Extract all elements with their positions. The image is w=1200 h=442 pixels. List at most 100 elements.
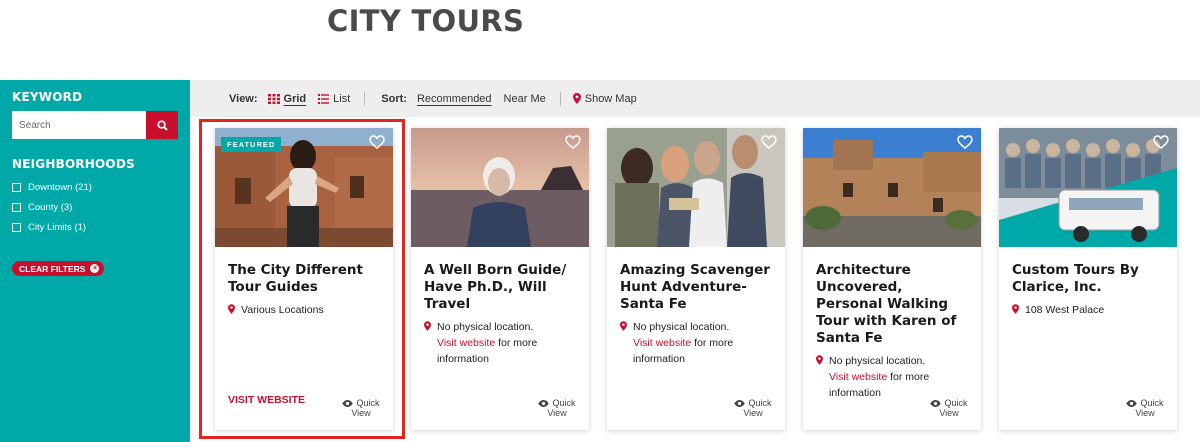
search-icon bbox=[156, 119, 168, 131]
eye-icon bbox=[538, 399, 550, 407]
eye-icon bbox=[1126, 399, 1138, 407]
heart-icon[interactable] bbox=[1153, 135, 1169, 149]
location-text: No physical location. Visit website for … bbox=[829, 353, 971, 401]
heart-icon[interactable] bbox=[565, 135, 581, 149]
quick-view-label: Quick bbox=[552, 398, 576, 408]
sort-label: Sort: bbox=[381, 92, 407, 105]
map-pin-icon bbox=[816, 355, 823, 365]
tour-card[interactable]: A Well Born Guide/ Have Ph.D., Will Trav… bbox=[411, 128, 589, 430]
close-icon: × bbox=[90, 264, 100, 273]
card-location: Various Locations bbox=[228, 302, 383, 318]
sort-near-me[interactable]: Near Me bbox=[504, 93, 546, 105]
card-title[interactable]: A Well Born Guide/ Have Ph.D., Will Trav… bbox=[424, 262, 577, 313]
tour-photo bbox=[803, 128, 981, 247]
tour-card[interactable]: FEATURED The City Different Tour Guides … bbox=[215, 128, 393, 430]
location-text: No physical location. Visit website for … bbox=[437, 319, 579, 367]
quick-view-button[interactable]: Quick View bbox=[537, 398, 577, 418]
card-title[interactable]: The City Different Tour Guides bbox=[228, 262, 381, 296]
card-title[interactable]: Amazing Scavenger Hunt Adventure-Santa F… bbox=[620, 262, 773, 313]
quick-view-label: View bbox=[743, 408, 763, 418]
card-photo[interactable] bbox=[803, 128, 981, 247]
quick-view-button[interactable]: Quick View bbox=[1125, 398, 1165, 418]
card-location: 108 West Palace bbox=[1012, 302, 1167, 318]
card-photo[interactable]: FEATURED bbox=[215, 128, 393, 247]
sort-recommended[interactable]: Recommended bbox=[417, 93, 492, 105]
neighborhood-label: City Limits (1) bbox=[28, 221, 87, 233]
eye-icon bbox=[734, 399, 746, 407]
location-text: Various Locations bbox=[241, 304, 324, 316]
card-title[interactable]: Architecture Uncovered, Personal Walking… bbox=[816, 262, 969, 347]
quick-view-label: Quick bbox=[356, 398, 380, 408]
tour-photo bbox=[999, 128, 1177, 247]
search-button[interactable] bbox=[146, 111, 178, 139]
toolbar-divider bbox=[364, 91, 366, 106]
view-sort-toolbar: View: Grid List Sort: Recommended Near M… bbox=[190, 80, 1200, 117]
list-view-toggle[interactable]: List bbox=[318, 93, 350, 105]
checkbox[interactable] bbox=[12, 182, 21, 192]
keyword-heading: KEYWORD bbox=[12, 90, 83, 104]
map-pin-icon bbox=[620, 321, 627, 331]
checkbox[interactable] bbox=[12, 222, 21, 232]
neighborhood-county[interactable]: County (3) bbox=[12, 197, 178, 217]
location-line: No physical location. bbox=[437, 321, 534, 333]
grid-view-toggle[interactable]: Grid bbox=[267, 93, 306, 105]
card-photo[interactable] bbox=[607, 128, 785, 247]
card-location: No physical location. Visit website for … bbox=[816, 353, 971, 401]
location-text: 108 West Palace bbox=[1025, 304, 1105, 316]
quick-view-button[interactable]: Quick View bbox=[341, 398, 381, 418]
quick-view-label: View bbox=[1135, 408, 1155, 418]
neighborhood-city-limits[interactable]: City Limits (1) bbox=[12, 217, 178, 237]
search-row bbox=[12, 111, 178, 139]
location-line: No physical location. bbox=[633, 321, 730, 333]
featured-badge: FEATURED bbox=[221, 137, 282, 152]
show-map-label: Show Map bbox=[584, 92, 637, 105]
visit-website-link[interactable]: Visit website bbox=[829, 371, 887, 383]
checkbox[interactable] bbox=[12, 202, 21, 212]
quick-view-label: View bbox=[939, 408, 959, 418]
view-label: View: bbox=[229, 92, 258, 105]
map-pin-icon bbox=[1012, 304, 1019, 314]
neighborhood-downtown[interactable]: Downtown (21) bbox=[12, 177, 178, 197]
quick-view-button[interactable]: Quick View bbox=[929, 398, 969, 418]
heart-icon[interactable] bbox=[957, 135, 973, 149]
search-input[interactable] bbox=[12, 111, 146, 139]
map-pin-icon bbox=[424, 321, 431, 331]
quick-view-label: Quick bbox=[1140, 398, 1164, 408]
map-pin-icon bbox=[228, 304, 235, 314]
visit-website-link[interactable]: Visit website bbox=[437, 337, 495, 349]
tour-photo bbox=[411, 128, 589, 247]
location-text: No physical location. Visit website for … bbox=[633, 319, 775, 367]
quick-view-label: Quick bbox=[748, 398, 772, 408]
tour-card[interactable]: Custom Tours By Clarice, Inc. 108 West P… bbox=[999, 128, 1177, 430]
tour-card[interactable]: Amazing Scavenger Hunt Adventure-Santa F… bbox=[607, 128, 785, 430]
tour-card[interactable]: Architecture Uncovered, Personal Walking… bbox=[803, 128, 981, 430]
neighborhood-label: County (3) bbox=[28, 201, 73, 213]
neighborhood-list: Downtown (21) County (3) City Limits (1) bbox=[12, 177, 178, 237]
card-location: No physical location. Visit website for … bbox=[424, 319, 579, 367]
show-map-button[interactable]: Show Map bbox=[572, 92, 637, 105]
filter-sidebar: KEYWORD NEIGHBORHOODS Downtown (21) Coun… bbox=[0, 80, 190, 442]
card-photo[interactable] bbox=[411, 128, 589, 247]
quick-view-button[interactable]: Quick View bbox=[733, 398, 773, 418]
clear-filters-label: CLEAR FILTERS bbox=[19, 263, 86, 274]
card-location: No physical location. Visit website for … bbox=[620, 319, 775, 367]
quick-view-label: View bbox=[547, 408, 567, 418]
quick-view-label: Quick bbox=[944, 398, 968, 408]
tour-photo bbox=[607, 128, 785, 247]
heart-icon[interactable] bbox=[761, 135, 777, 149]
map-pin-icon bbox=[572, 93, 581, 104]
card-photo[interactable] bbox=[999, 128, 1177, 247]
quick-view-label: View bbox=[351, 408, 371, 418]
toolbar-divider bbox=[559, 91, 561, 106]
neighborhood-label: Downtown (21) bbox=[28, 181, 92, 193]
visit-website-link[interactable]: Visit website bbox=[633, 337, 691, 349]
clear-filters-button[interactable]: CLEAR FILTERS × bbox=[12, 261, 105, 276]
list-label: List bbox=[333, 92, 351, 105]
location-line: No physical location. bbox=[829, 355, 926, 367]
neighborhoods-heading: NEIGHBORHOODS bbox=[12, 157, 135, 171]
eye-icon bbox=[930, 399, 942, 407]
grid-icon bbox=[267, 93, 280, 104]
visit-website-button[interactable]: VISIT WEBSITE bbox=[228, 394, 305, 406]
heart-icon[interactable] bbox=[369, 135, 385, 149]
card-title[interactable]: Custom Tours By Clarice, Inc. bbox=[1012, 262, 1165, 296]
